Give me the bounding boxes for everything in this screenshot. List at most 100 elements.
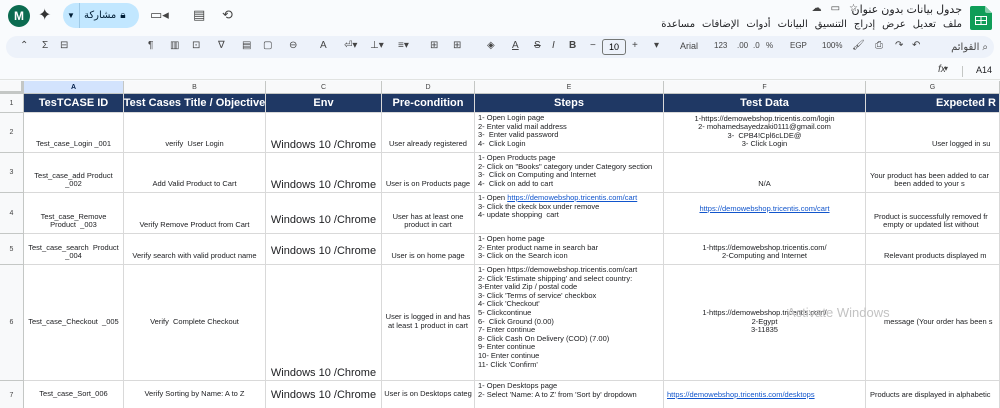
move-folder-icon[interactable]: ▭ [831, 3, 840, 14]
rotate-text-icon[interactable]: ⊡ [192, 40, 200, 51]
insert-link-icon[interactable]: ⊖ [289, 40, 297, 51]
header-cell-title[interactable]: Test Cases Title / Objective [124, 94, 266, 113]
cell-expected[interactable]: User logged in su [866, 113, 1000, 153]
desktops-link[interactable]: https://demowebshop.tricentis.com/deskto… [667, 390, 815, 399]
font-family-select[interactable]: Arial [680, 41, 698, 51]
zoom-select[interactable]: 100% [822, 41, 842, 50]
gemini-icon[interactable]: ✦ [38, 5, 51, 25]
cell-steps[interactable]: 1- Open Login page 2- Enter valid mail a… [475, 113, 664, 153]
header-cell-id[interactable]: TesTCASE ID [24, 94, 124, 113]
header-cell-precondition[interactable]: Pre-condition [382, 94, 475, 113]
cell-precondition[interactable]: User is on home page [382, 234, 475, 265]
menu-format[interactable]: التنسيق [815, 19, 847, 30]
row-header-4[interactable]: 4 [0, 193, 24, 234]
halign-icon[interactable]: ≡▾ [398, 40, 409, 51]
cell-expected[interactable]: Relevant products displayed m [866, 234, 1000, 265]
fill-color-icon[interactable]: ◈ [487, 40, 495, 51]
cell-title[interactable]: Verify search with valid product name [124, 234, 266, 265]
cell-test-data[interactable]: https://demowebshop.tricentis.com/deskto… [664, 381, 866, 408]
sheets-logo-icon[interactable] [970, 6, 992, 30]
row-header-5[interactable]: 5 [0, 234, 24, 265]
cell-precondition[interactable]: User already registered [382, 113, 475, 153]
font-dropdown-chevron[interactable]: ▾ [654, 40, 659, 51]
name-box[interactable]: A14 [976, 65, 992, 75]
currency-button[interactable]: EGP [790, 41, 807, 50]
redo-icon[interactable]: ↷ [895, 40, 903, 51]
insert-chart-icon[interactable]: ▤ [242, 40, 251, 51]
cell-expected[interactable]: Your product has been added to car been … [866, 153, 1000, 193]
cell-precondition[interactable]: User is logged in and has at least 1 pro… [382, 265, 475, 381]
row-header-2[interactable]: 2 [0, 113, 24, 153]
valign-icon[interactable]: ⊥▾ [370, 40, 384, 51]
row-header-3[interactable]: 3 [0, 153, 24, 193]
text-rotation-icon[interactable]: A [320, 40, 327, 51]
menu-insert[interactable]: إدراج [854, 19, 875, 30]
font-size-decrease[interactable]: − [590, 40, 596, 51]
cell-steps[interactable]: 1- Open Desktops page 2- Select 'Name: A… [475, 381, 664, 408]
header-cell-env[interactable]: Env [266, 94, 382, 113]
cell-id[interactable]: Test_case_Login _001 [24, 113, 124, 153]
select-all-corner[interactable] [0, 81, 24, 94]
cell-steps[interactable]: 1- Open https://demowebshop.tricentis.co… [475, 193, 664, 234]
cell-env[interactable]: Windows 10 /Chrome [266, 193, 382, 234]
cell-id[interactable]: Test_case_search Product _004 [24, 234, 124, 265]
meet-icon[interactable]: ▭◂ [150, 7, 169, 23]
font-size-input[interactable]: 10 [602, 39, 626, 55]
cell-test-data[interactable]: https://demowebshop.tricentis.com/cart [664, 193, 866, 234]
star-icon[interactable]: ☆ [849, 3, 858, 14]
cell-test-data[interactable]: 1-https://demowebshop.tricentis.com/logi… [664, 113, 866, 153]
column-header-c[interactable]: C [266, 81, 382, 94]
cell-env[interactable]: Windows 10 /Chrome [266, 265, 382, 381]
chevron-down-icon[interactable]: ▼ [63, 11, 79, 20]
filter-icon[interactable]: ∇ [218, 40, 225, 51]
menu-view[interactable]: عرض [882, 19, 906, 30]
cell-test-data[interactable]: 1-https://demowebshop.tricentis.com/ 2-C… [664, 234, 866, 265]
text-color-icon[interactable]: A [512, 40, 519, 51]
cell-env[interactable]: Windows 10 /Chrome [266, 381, 382, 408]
cell-precondition[interactable]: User is on Products page [382, 153, 475, 193]
cell-steps[interactable]: 1- Open Products page 2- Click on "Books… [475, 153, 664, 193]
row-header-7[interactable]: 7 [0, 381, 24, 408]
menu-help[interactable]: مساعدة [661, 19, 695, 30]
format-clear-icon[interactable]: ¶ [148, 40, 153, 51]
menu-extensions[interactable]: الإضافات [702, 19, 739, 30]
bold-icon[interactable]: B [569, 40, 576, 51]
header-cell-expected[interactable]: Expected R [866, 94, 1000, 113]
column-header-b[interactable]: B [124, 81, 266, 94]
spreadsheet-grid[interactable]: A B C D E F G 1 2 3 4 5 6 7 TesTCASE ID … [0, 81, 1000, 408]
percent-button[interactable]: % [766, 41, 773, 50]
cell-precondition[interactable]: User has at least one product in cart [382, 193, 475, 234]
cell-title[interactable]: verify User Login [124, 113, 266, 153]
cell-env[interactable]: Windows 10 /Chrome [266, 113, 382, 153]
menu-edit[interactable]: تعديل [913, 19, 936, 30]
undo-icon[interactable]: ↶ [912, 40, 920, 51]
chart-icon[interactable]: ▥ [170, 40, 179, 51]
cell-title[interactable]: Add Valid Product to Cart [124, 153, 266, 193]
share-button[interactable]: ▼ 🔒︎ مشاركة [63, 3, 139, 28]
merge-icon[interactable]: ⊞ [430, 40, 438, 51]
cell-precondition[interactable]: User is on Desktops categ [382, 381, 475, 408]
header-cell-steps[interactable]: Steps [475, 94, 664, 113]
menu-tools[interactable]: أدوات [746, 19, 770, 30]
cart-link[interactable]: https://demowebshop.tricentis.com/cart [699, 204, 829, 213]
comment-add-icon[interactable]: ▢ [263, 40, 272, 51]
row-header-6[interactable]: 6 [0, 265, 24, 381]
print-icon[interactable]: ⎙ [875, 40, 883, 51]
functions-icon[interactable]: Σ [42, 40, 48, 51]
cell-id[interactable]: Test_case_add Product _002 [24, 153, 124, 193]
cell-env[interactable]: Windows 10 /Chrome [266, 234, 382, 265]
column-header-d[interactable]: D [382, 81, 475, 94]
decrease-decimal-button[interactable]: .00 [737, 41, 748, 50]
italic-icon[interactable]: I [552, 40, 555, 51]
number-format-select[interactable]: 123 [714, 41, 727, 50]
up-chevron-icon[interactable]: ⌃ [20, 40, 28, 51]
comment-icon[interactable]: ▤ [193, 7, 205, 23]
column-header-e[interactable]: E [475, 81, 664, 94]
column-header-a[interactable]: A [24, 81, 124, 94]
history-icon[interactable]: ⟲ [222, 7, 233, 23]
increase-decimal-button[interactable]: .0 [753, 41, 760, 50]
cell-steps[interactable]: 1- Open https://demowebshop.tricentis.co… [475, 265, 664, 381]
cell-id[interactable]: Test_case_Remove Product _003 [24, 193, 124, 234]
cloud-status-icon[interactable]: ☁ [812, 3, 822, 14]
cell-test-data[interactable]: N/A [664, 153, 866, 193]
